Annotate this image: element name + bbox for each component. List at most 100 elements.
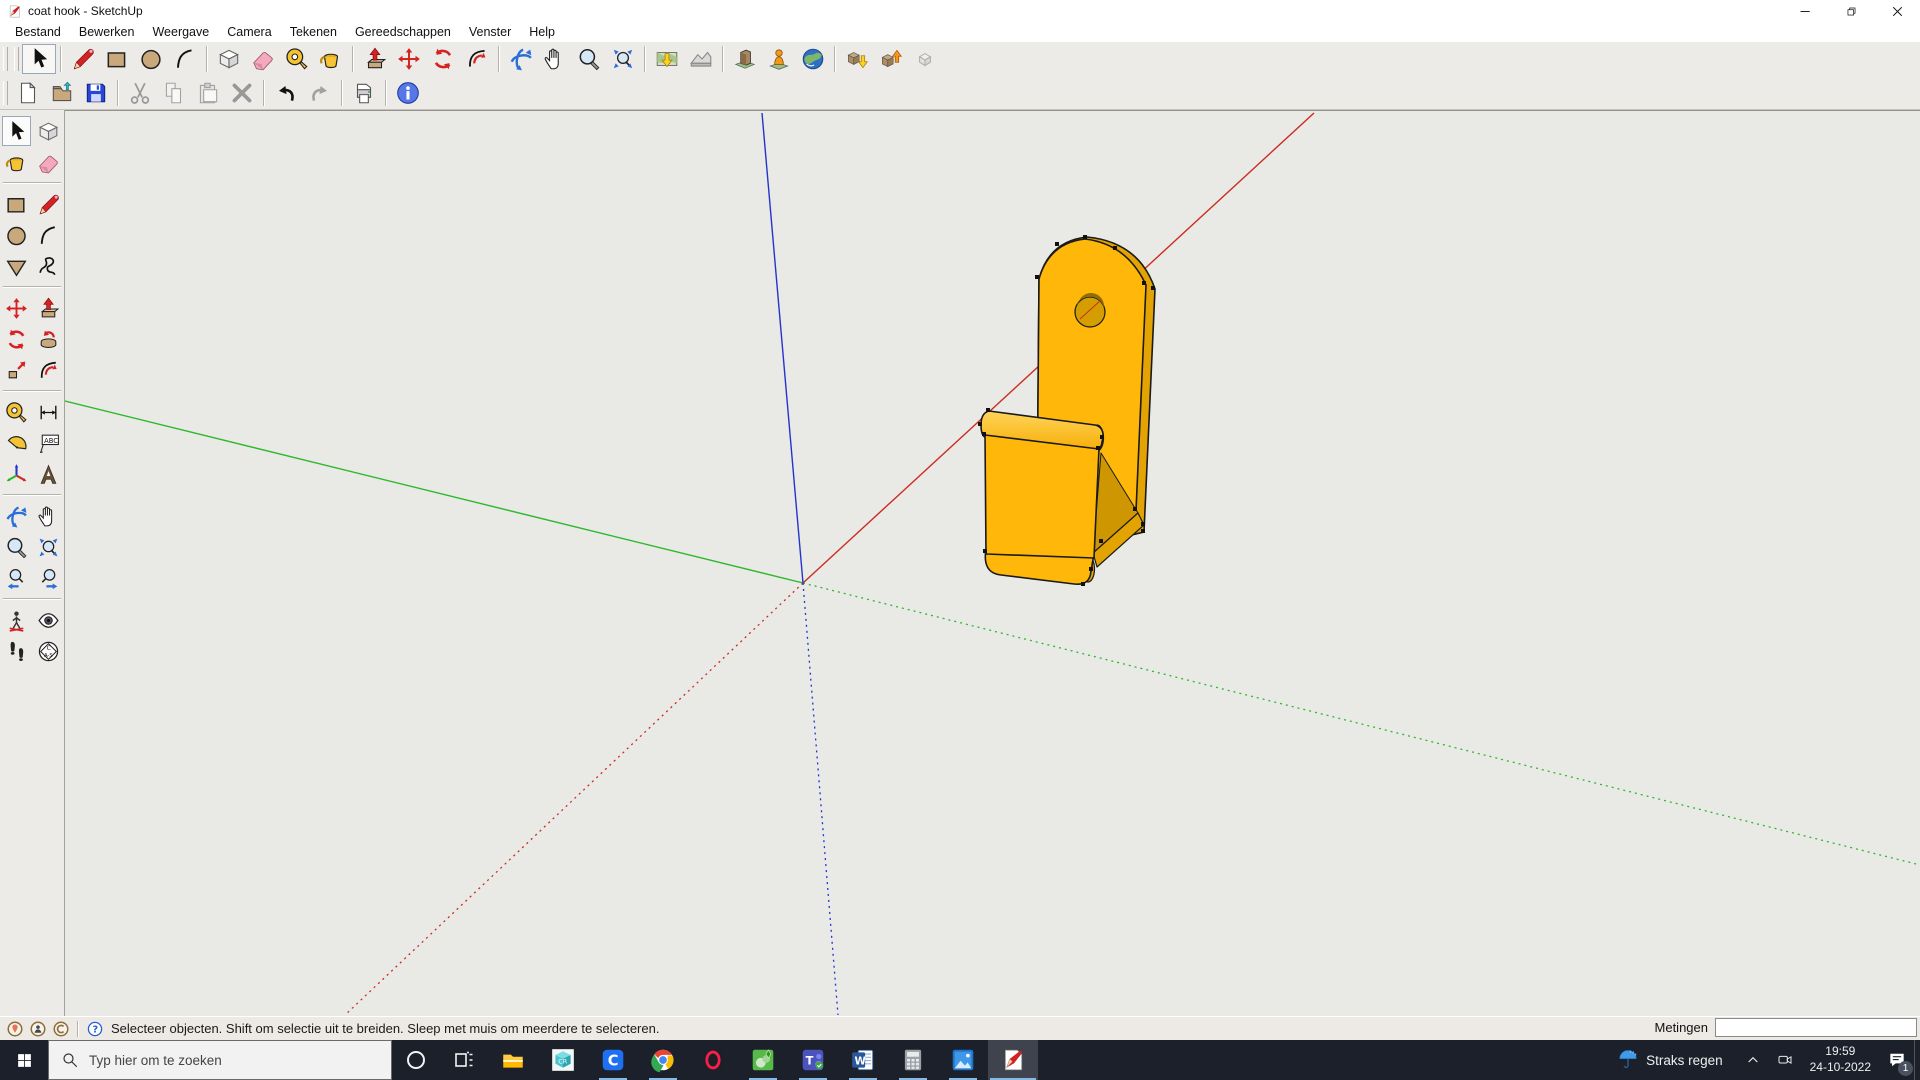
taskbar-app-cura[interactable]: C (588, 1040, 638, 1080)
cortana-button[interactable] (392, 1040, 440, 1080)
make-component-tool-button[interactable] (212, 44, 246, 74)
circle-tool-button[interactable] (134, 44, 168, 74)
google-earth-tool-button[interactable] (796, 44, 830, 74)
protractor-palette-button[interactable] (2, 428, 31, 458)
save-tool-button[interactable] (79, 78, 113, 108)
push-pull-tool-button[interactable] (358, 44, 392, 74)
component-palette-button[interactable] (34, 116, 63, 146)
menu-bewerken[interactable]: Bewerken (70, 23, 144, 41)
zoomext-palette-button[interactable] (34, 532, 63, 562)
paint-bucket-tool-button[interactable] (314, 44, 348, 74)
move-tool-button[interactable] (392, 44, 426, 74)
toolbar-grip[interactable] (3, 81, 8, 105)
taskbar-app-sims4[interactable] (738, 1040, 788, 1080)
taskbar-search[interactable]: Typ hier om te zoeken (48, 1040, 392, 1080)
move-palette-button[interactable] (2, 293, 31, 323)
rotate-palette-button[interactable] (2, 324, 31, 354)
zoomnext-palette-button[interactable] (34, 563, 63, 593)
weather-widget[interactable]: Straks regen (1617, 1049, 1723, 1071)
menu-gereedschappen[interactable]: Gereedschappen (346, 23, 460, 41)
credits-status-icon[interactable] (29, 1020, 47, 1038)
share-model-tool-button[interactable] (874, 44, 908, 74)
zoomprev-palette-button[interactable] (2, 563, 31, 593)
new-tool-button[interactable] (11, 78, 45, 108)
taskbar-app-word[interactable]: W (838, 1040, 888, 1080)
polygon-palette-button[interactable] (2, 251, 31, 281)
tray-expand-button[interactable] (1740, 1040, 1766, 1080)
arc-palette-button[interactable] (34, 220, 63, 250)
rectangle-palette-button[interactable] (2, 189, 31, 219)
tape-palette-button[interactable] (2, 397, 31, 427)
followme-palette-button[interactable] (34, 324, 63, 354)
taskbar-app-teams[interactable]: T (788, 1040, 838, 1080)
zoom-tool-button[interactable] (572, 44, 606, 74)
taskbar-app-file-explorer[interactable] (488, 1040, 538, 1080)
close-button[interactable] (1874, 0, 1920, 22)
lookaround-palette-button[interactable] (34, 605, 63, 635)
menu-camera[interactable]: Camera (218, 23, 280, 41)
select-palette-button[interactable] (2, 116, 31, 146)
menu-tekenen[interactable]: Tekenen (281, 23, 346, 41)
download-models-tool-button[interactable] (840, 44, 874, 74)
textabc-palette-button[interactable]: ABC (34, 428, 63, 458)
arc-tool-button[interactable] (168, 44, 202, 74)
account-status-icon[interactable] (52, 1020, 70, 1038)
axestool-palette-button[interactable] (2, 459, 31, 489)
measurements-input[interactable] (1715, 1018, 1917, 1037)
paste-tool-button[interactable] (191, 78, 225, 108)
text3d-palette-button[interactable] (34, 459, 63, 489)
menu-help[interactable]: Help (520, 23, 564, 41)
meet-now-button[interactable] (1772, 1040, 1798, 1080)
taskbar-app-opera-gx[interactable] (688, 1040, 738, 1080)
pencil-palette-button[interactable] (34, 189, 63, 219)
eraser-palette-button[interactable] (34, 147, 63, 177)
toolbar-grip[interactable] (3, 47, 8, 71)
menu-weergave[interactable]: Weergave (143, 23, 218, 41)
rotate-tool-button[interactable] (426, 44, 460, 74)
toolbar-grip[interactable] (14, 47, 19, 71)
get-models-tool-button[interactable] (762, 44, 796, 74)
tape-measure-tool-button[interactable] (280, 44, 314, 74)
line-tool-button[interactable] (66, 44, 100, 74)
circle-palette-button[interactable] (2, 220, 31, 250)
zoom-palette-button[interactable] (2, 532, 31, 562)
action-center-button[interactable]: 1 (1880, 1040, 1914, 1080)
taskbar-app-3d-model-app[interactable]: CR (538, 1040, 588, 1080)
cut-tool-button[interactable] (123, 78, 157, 108)
undo-tool-button[interactable] (269, 78, 303, 108)
toggle-terrain-tool-button[interactable] (684, 44, 718, 74)
redo-tool-button[interactable] (303, 78, 337, 108)
sectionplane-palette-button[interactable]: CA-S (34, 636, 63, 666)
taskbar-clock[interactable]: 19:59 24-10-2022 (1810, 1044, 1871, 1075)
restore-button[interactable] (1828, 0, 1874, 22)
pan-tool-button[interactable] (538, 44, 572, 74)
model-info-tool-button[interactable] (391, 78, 425, 108)
scale-palette-button[interactable] (2, 355, 31, 385)
taskbar-app-sketchup[interactable] (988, 1040, 1038, 1080)
add-location-tool-button[interactable] (650, 44, 684, 74)
offset-tool-button[interactable] (460, 44, 494, 74)
zoom-extents-tool-button[interactable] (606, 44, 640, 74)
open-tool-button[interactable] (45, 78, 79, 108)
pushpull-palette-button[interactable] (34, 293, 63, 323)
bucket-palette-button[interactable] (2, 147, 31, 177)
start-button[interactable] (0, 1040, 48, 1080)
walk-palette-button[interactable] (2, 636, 31, 666)
taskbar-app-chrome[interactable] (638, 1040, 688, 1080)
minimize-button[interactable] (1782, 0, 1828, 22)
coat-hook-model[interactable] (978, 235, 1155, 586)
taskbar-app-photos[interactable] (938, 1040, 988, 1080)
task-view-button[interactable] (440, 1040, 488, 1080)
taskbar-app-calculator[interactable] (888, 1040, 938, 1080)
orbit-palette-button[interactable] (2, 501, 31, 531)
freehand-palette-button[interactable] (34, 251, 63, 281)
offset-palette-button[interactable] (34, 355, 63, 385)
geolocation-status-icon[interactable] (6, 1020, 24, 1038)
menu-venster[interactable]: Venster (460, 23, 520, 41)
show-desktop-button[interactable] (1914, 1040, 1920, 1080)
poscamera-palette-button[interactable] (2, 605, 31, 635)
help-icon[interactable]: ? (86, 1020, 104, 1038)
photo-textures-tool-button[interactable] (728, 44, 762, 74)
upload-tool-button[interactable] (908, 44, 942, 74)
select-tool-button[interactable] (22, 44, 56, 74)
